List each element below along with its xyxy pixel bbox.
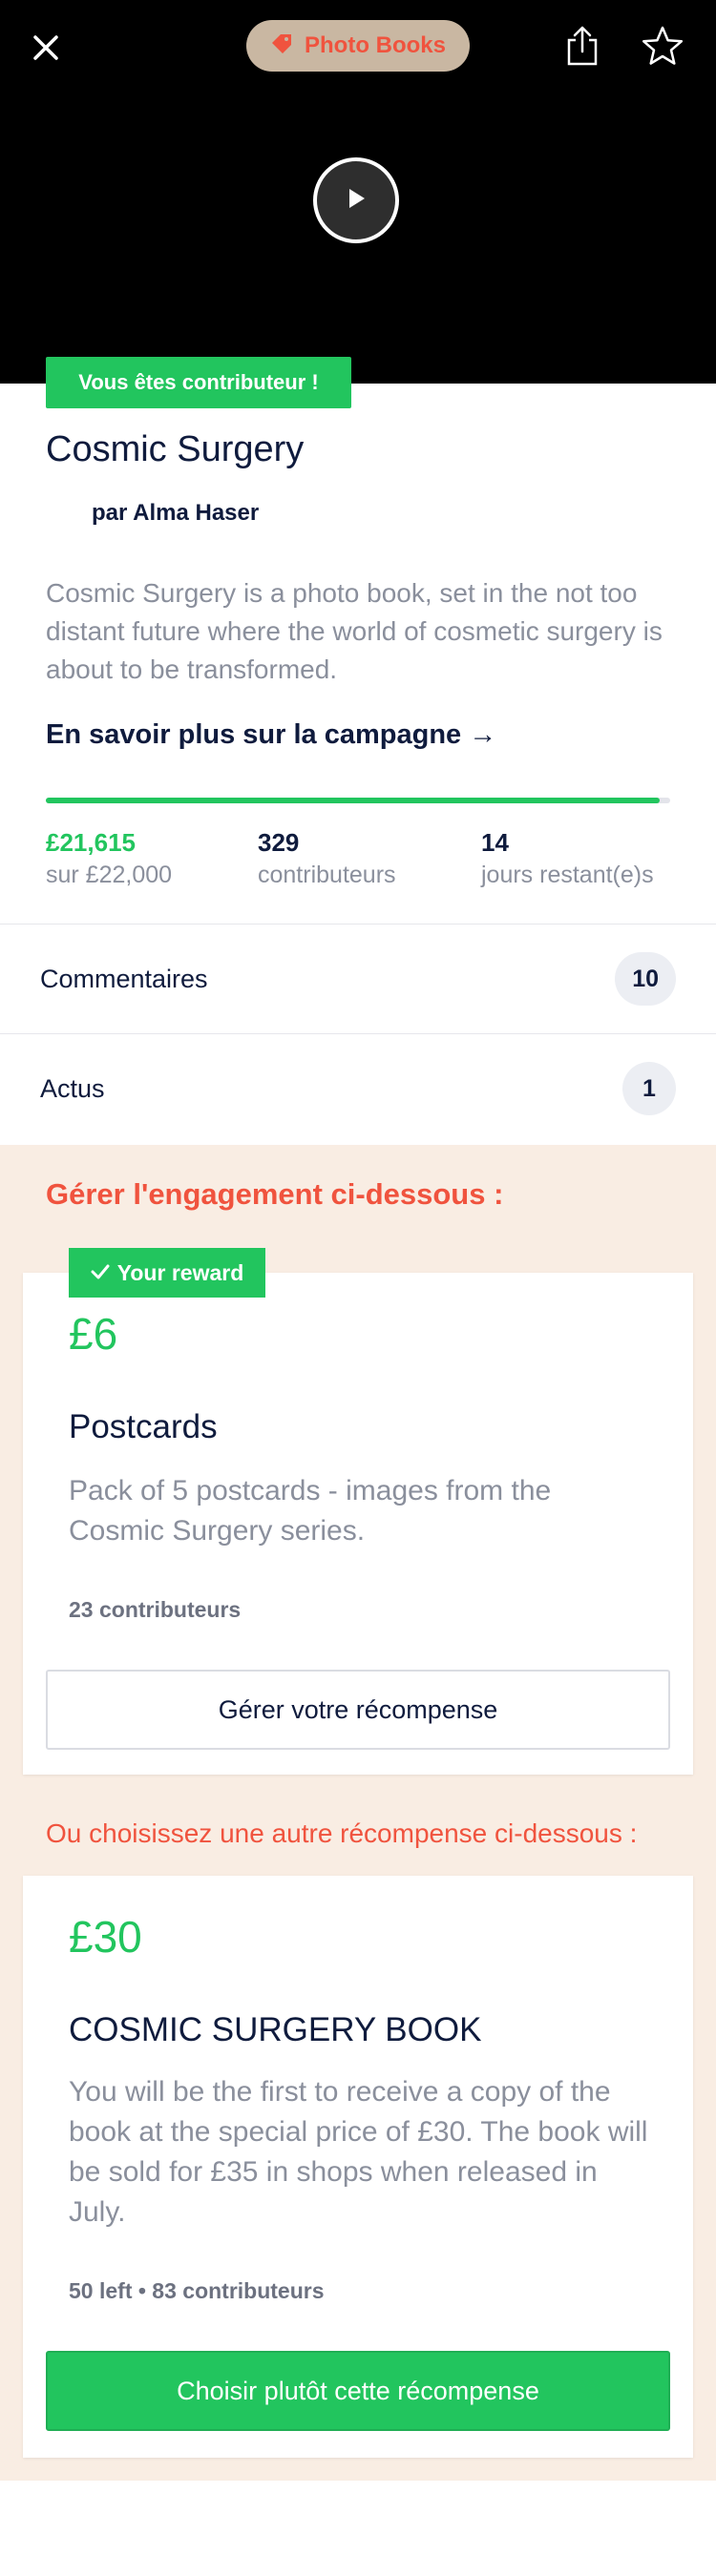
- reward-description: Pack of 5 postcards - images from the Co…: [69, 1475, 552, 1547]
- star-icon[interactable]: [636, 19, 689, 73]
- reward-title: COSMIC SURGERY BOOK: [69, 2011, 482, 2048]
- stat-days: 14 jours restant(e)s: [481, 826, 654, 891]
- funding-progress-fill: [46, 798, 660, 803]
- reward-backers: 23 contributeurs: [69, 1597, 242, 1622]
- author-name[interactable]: par Alma Haser: [92, 500, 259, 527]
- your-reward-label: Your reward: [116, 1259, 244, 1285]
- reward-availability: 50 left • 83 contributeurs: [69, 2278, 325, 2303]
- stat-backers: 329 contributeurs: [258, 826, 396, 891]
- stat-raised: £21,615 sur £22,000: [46, 826, 172, 891]
- your-reward-badge: Your reward: [69, 1248, 265, 1298]
- manage-pledge-heading: Gérer l'engagement ci-dessous :: [46, 1177, 504, 1211]
- reward-price: £30: [69, 1912, 142, 1962]
- project-title: Cosmic Surgery: [46, 429, 305, 469]
- updates-label: Actus: [40, 1073, 105, 1103]
- share-icon[interactable]: [558, 19, 607, 73]
- reward-description: You will be the first to receive a copy …: [69, 2076, 648, 2228]
- hero-video[interactable]: Photo Books: [0, 0, 716, 384]
- reward-title: Postcards: [69, 1408, 218, 1445]
- category-label: Photo Books: [305, 32, 446, 58]
- funding-progress-bar: [46, 798, 670, 803]
- learn-more-link[interactable]: En savoir plus sur la campagne →: [46, 719, 496, 751]
- reward-price: £6: [69, 1309, 118, 1359]
- play-button[interactable]: [313, 157, 399, 243]
- updates-row[interactable]: Actus 1: [0, 1034, 716, 1143]
- other-rewards-heading: Ou choisissez une autre récompense ci-de…: [46, 1818, 638, 1848]
- manage-reward-button[interactable]: Gérer votre récompense: [46, 1670, 670, 1750]
- comments-row[interactable]: Commentaires 10: [0, 924, 716, 1033]
- close-icon[interactable]: [21, 23, 71, 73]
- raised-goal: sur £22,000: [46, 862, 173, 888]
- project-description: Cosmic Surgery is a photo book, set in t…: [46, 578, 663, 684]
- category-tag-button[interactable]: Photo Books: [246, 20, 470, 72]
- updates-count-badge: 1: [622, 1062, 676, 1115]
- checkmark-icon: [91, 1260, 110, 1286]
- backers-label: contributeurs: [258, 862, 396, 888]
- days-count: 14: [481, 828, 509, 857]
- comments-label: Commentaires: [40, 964, 208, 993]
- choose-reward-button[interactable]: Choisir plutôt cette récompense: [46, 2351, 670, 2431]
- tag-icon: [270, 32, 295, 60]
- comments-count-badge: 10: [615, 952, 676, 1006]
- contributor-badge: Vous êtes contributeur !: [46, 357, 351, 408]
- raised-amount: £21,615: [46, 828, 136, 857]
- days-label: jours restant(e)s: [481, 862, 654, 888]
- play-icon: [347, 188, 366, 214]
- backers-count: 329: [258, 828, 300, 857]
